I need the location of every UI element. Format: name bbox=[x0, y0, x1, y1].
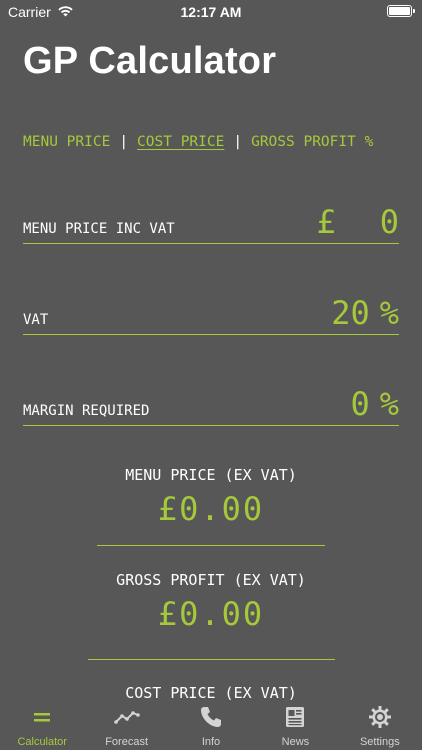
result-value: £0.00 bbox=[0, 595, 422, 633]
vat-input[interactable]: 20 % bbox=[331, 294, 399, 332]
line-chart-icon bbox=[113, 704, 140, 730]
mode-separator: | bbox=[233, 134, 243, 150]
menu-price-input[interactable]: £ 0 bbox=[316, 203, 399, 241]
menu-price-value: 0 bbox=[379, 203, 399, 241]
tab-info[interactable]: Info bbox=[169, 700, 253, 750]
percent-symbol: % bbox=[379, 385, 399, 423]
menu-price-ex-vat-result: MENU PRICE (EX VAT) £0.00 bbox=[0, 466, 422, 528]
mode-tab-cost-price[interactable]: COST PRICE bbox=[137, 134, 224, 150]
mode-tab-menu-price[interactable]: MENU PRICE bbox=[23, 134, 110, 150]
tab-label: News bbox=[281, 736, 310, 748]
result-label: COST PRICE (EX VAT) bbox=[125, 684, 297, 700]
tab-label: Info bbox=[201, 736, 221, 748]
result-divider bbox=[88, 659, 335, 660]
currency-symbol: £ bbox=[157, 490, 180, 528]
result-divider bbox=[97, 545, 325, 546]
tab-calculator[interactable]: Calculator bbox=[0, 700, 84, 750]
currency-symbol: £ bbox=[157, 595, 180, 633]
result-amount: 0.00 bbox=[179, 595, 265, 633]
cost-price-ex-vat-result: COST PRICE (EX VAT) bbox=[0, 684, 422, 700]
result-label: MENU PRICE (EX VAT) bbox=[125, 466, 297, 484]
result-amount: 0.00 bbox=[179, 490, 265, 528]
vat-field[interactable]: VAT 20 % bbox=[23, 291, 399, 335]
tab-label: Settings bbox=[359, 736, 400, 748]
result-value: £0.00 bbox=[0, 490, 422, 528]
tab-label: Calculator bbox=[17, 736, 67, 748]
margin-input[interactable]: 0 % bbox=[350, 385, 399, 423]
battery-icon bbox=[387, 5, 415, 17]
tab-label: Forecast bbox=[105, 736, 148, 748]
vat-value: 20 bbox=[331, 294, 370, 332]
tab-settings[interactable]: Settings bbox=[338, 700, 422, 750]
phone-icon bbox=[198, 704, 224, 730]
gear-icon bbox=[367, 704, 393, 730]
status-time: 12:17 AM bbox=[180, 4, 242, 20]
margin-label: MARGIN REQUIRED bbox=[23, 403, 150, 419]
margin-value: 0 bbox=[350, 385, 370, 423]
percent-symbol: % bbox=[379, 294, 399, 332]
equals-icon bbox=[29, 704, 55, 730]
status-bar: Carrier 12:17 AM bbox=[0, 0, 422, 24]
gross-profit-ex-vat-result: GROSS PROFIT (EX VAT) £0.00 bbox=[0, 571, 422, 633]
tab-forecast[interactable]: Forecast bbox=[84, 700, 168, 750]
result-label: GROSS PROFIT (EX VAT) bbox=[116, 571, 306, 589]
newspaper-icon bbox=[282, 704, 308, 730]
mode-selector: MENU PRICE | COST PRICE | GROSS PROFIT % bbox=[23, 134, 413, 150]
vat-label: VAT bbox=[23, 312, 49, 328]
tab-news[interactable]: News bbox=[253, 700, 337, 750]
currency-symbol: £ bbox=[316, 203, 336, 241]
tab-bar: Calculator Forecast Info News Settings bbox=[0, 700, 422, 750]
page-title: GP Calculator bbox=[23, 40, 277, 82]
menu-price-label: MENU PRICE INC VAT bbox=[23, 221, 175, 237]
margin-field[interactable]: MARGIN REQUIRED 0 % bbox=[23, 382, 399, 426]
mode-separator: | bbox=[119, 134, 129, 150]
mode-tab-gross-profit[interactable]: GROSS PROFIT % bbox=[251, 134, 373, 150]
menu-price-field[interactable]: MENU PRICE INC VAT £ 0 bbox=[23, 200, 399, 244]
